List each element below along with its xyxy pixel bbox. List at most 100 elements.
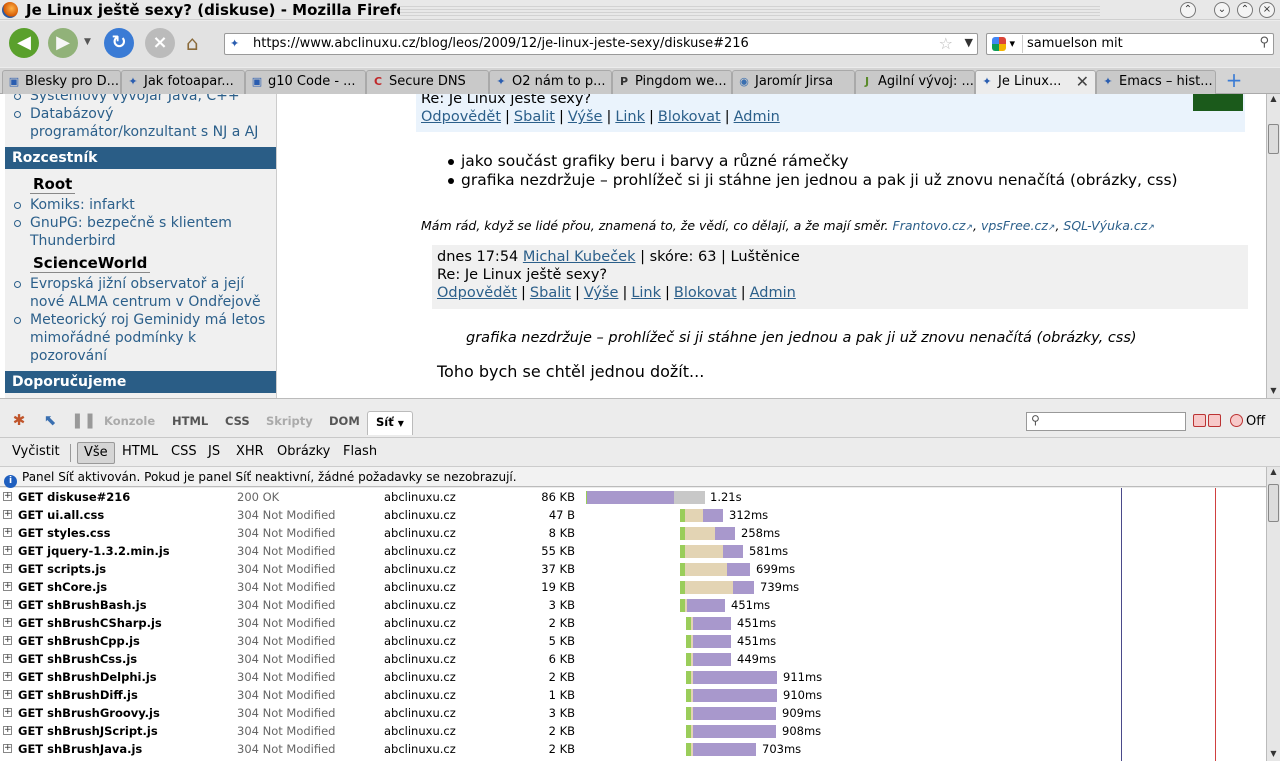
sidebar-link[interactable]: Databázový programátor/konzultant s NJ a… (5, 105, 276, 141)
request-name[interactable]: GET shBrushGroovy.js (18, 704, 160, 722)
page-scrollbar[interactable]: ▲ ▼ (1266, 94, 1280, 398)
action-link[interactable]: Odpovědět (437, 285, 517, 301)
request-name[interactable]: GET jquery-1.3.2.min.js (18, 542, 170, 560)
table-row[interactable]: + GET jquery-1.3.2.min.js 304 Not Modified… (0, 542, 1266, 560)
back-button[interactable]: ◀ (9, 28, 39, 58)
tab-html[interactable]: HTML (172, 414, 208, 428)
tab-10[interactable]: ✦ Emacs – hist... (1096, 70, 1216, 94)
expand-icon[interactable]: + (3, 636, 12, 645)
tab-9[interactable]: ✦ Je Linux... ✕ (975, 70, 1096, 95)
table-row[interactable]: + GET shBrushJava.js 304 Not Modified abcli… (0, 740, 1266, 758)
action-link[interactable]: Admin (750, 285, 796, 301)
request-name[interactable]: GET styles.css (18, 524, 110, 542)
close-tab-icon[interactable]: ✕ (1076, 71, 1089, 93)
expand-icon[interactable]: + (3, 726, 12, 735)
scroll-up-icon[interactable]: ▲ (1268, 467, 1279, 479)
expand-icon[interactable]: + (3, 600, 12, 609)
table-row[interactable]: + GET shBrushCSharp.js 304 Not Modified abc… (0, 614, 1266, 632)
tab-1[interactable]: ▣ Blesky pro D... (2, 70, 121, 94)
inspect-icon[interactable]: ⬉ (41, 411, 59, 429)
tab-2[interactable]: ✦ Jak fotoapar... (121, 70, 245, 94)
search-input[interactable]: samuelson mit (1027, 36, 1123, 51)
reload-button[interactable]: ↻ (104, 28, 134, 58)
scrollbar-thumb[interactable] (1268, 124, 1279, 154)
maximize-window-icon[interactable]: ⌃ (1237, 2, 1253, 18)
sidebar-link[interactable]: Evropská jižní observatoř a její nové AL… (5, 275, 276, 311)
scroll-down-icon[interactable]: ▼ (1268, 386, 1279, 398)
sidebar-link[interactable]: GnuPG: bezpečně s klientem Thunderbird (5, 214, 276, 250)
close-window-icon[interactable]: × (1259, 2, 1275, 18)
home-icon[interactable]: ⌂ (186, 31, 210, 55)
shade-window-icon[interactable]: ⌃ (1180, 2, 1196, 18)
request-name[interactable]: GET shBrushJava.js (18, 740, 142, 758)
table-row[interactable]: + GET shBrushCpp.js 304 Not Modified abclin… (0, 632, 1266, 650)
off-label[interactable]: Off (1246, 414, 1265, 429)
action-link[interactable]: Link (615, 109, 645, 125)
action-link[interactable]: Blokovat (674, 285, 737, 301)
net-scrollbar[interactable]: ▲ ▼ (1266, 467, 1280, 761)
filter-flash[interactable]: Flash (337, 442, 383, 464)
scroll-down-icon[interactable]: ▼ (1268, 749, 1279, 761)
search-icon[interactable]: ⚲ (1259, 35, 1269, 50)
action-link[interactable]: Sbalit (514, 109, 555, 125)
tab-5[interactable]: ✦ O2 nám to p... (489, 70, 612, 94)
expand-icon[interactable]: + (3, 672, 12, 681)
request-name[interactable]: GET shBrushDelphi.js (18, 668, 157, 686)
request-name[interactable]: GET diskuse#216 (18, 488, 130, 506)
filter-html[interactable]: HTML (116, 442, 164, 464)
request-name[interactable]: GET shBrushCpp.js (18, 632, 140, 650)
tab-8[interactable]: J Agilní vývoj: ... (855, 70, 975, 94)
tab-css[interactable]: CSS (225, 414, 250, 428)
sidebar-group-title[interactable]: Root (30, 175, 76, 194)
request-name[interactable]: GET shBrushCss.js (18, 650, 137, 668)
url-bar[interactable]: ✦ https://www.abclinuxu.cz/blog/leos/200… (224, 33, 978, 55)
tab-4[interactable]: C Secure DNS (366, 70, 489, 94)
scroll-up-icon[interactable]: ▲ (1268, 94, 1279, 106)
action-link[interactable]: Link (631, 285, 661, 301)
table-row[interactable]: + GET shBrushGroovy.js 304 Not Modified abc… (0, 704, 1266, 722)
tab-dom[interactable]: DOM (329, 414, 360, 428)
tab-skripty[interactable]: Skripty (266, 414, 313, 428)
stop-button[interactable]: × (145, 28, 175, 58)
table-row[interactable]: + GET shBrushJScript.js 304 Not Modified ab… (0, 722, 1266, 740)
sidebar-link[interactable]: Systémový vývojář Java, C++ (5, 94, 276, 105)
table-row[interactable]: + GET styles.css 304 Not Modified abclinuxu… (0, 524, 1266, 542)
tab-7[interactable]: ◉ Jaromír Jirsa (732, 70, 855, 94)
signature-link[interactable]: SQL-Výuka.cz (1063, 218, 1147, 233)
request-name[interactable]: GET shCore.js (18, 578, 107, 596)
filter-css[interactable]: CSS (165, 442, 203, 464)
expand-icon[interactable]: + (3, 618, 12, 627)
tab-3[interactable]: ▣ g10 Code - ... (245, 70, 366, 94)
request-name[interactable]: GET shBrushBash.js (18, 596, 147, 614)
new-tab-button[interactable]: + (1224, 70, 1244, 92)
table-row[interactable]: + GET scripts.js 304 Not Modified abclinuxu… (0, 560, 1266, 578)
table-row[interactable]: + GET shBrushDelphi.js 304 Not Modified abc… (0, 668, 1266, 686)
tab-6[interactable]: P Pingdom we... (612, 70, 732, 94)
request-name[interactable]: GET shBrushJScript.js (18, 722, 158, 740)
history-dropdown-icon[interactable]: ▼ (84, 37, 91, 47)
bookmark-star-icon[interactable]: ☆ (939, 34, 953, 53)
table-row[interactable]: + GET shBrushBash.js 304 Not Modified abcli… (0, 596, 1266, 614)
table-row[interactable]: + GET diskuse#216 200 OK abclinuxu.cz 86 KB 1… (0, 488, 1266, 506)
sidebar-group-title[interactable]: ScienceWorld (30, 254, 151, 273)
firebug-search-input[interactable]: ⚲ (1026, 412, 1186, 431)
filter-xhr[interactable]: XHR (230, 442, 270, 464)
table-row[interactable]: + GET shCore.js 304 Not Modified abclinuxu.… (0, 578, 1266, 596)
action-link[interactable]: Odpovědět (421, 109, 501, 125)
request-name[interactable]: GET shBrushDiff.js (18, 686, 138, 704)
expand-icon[interactable]: + (3, 744, 12, 753)
comment-author-link[interactable]: Michal Kubeček (523, 249, 636, 265)
tab-sit[interactable]: Síť ▼ (367, 411, 413, 435)
forward-button[interactable]: ▶ (48, 28, 78, 58)
request-name[interactable]: GET shBrushCSharp.js (18, 614, 162, 632)
table-row[interactable]: + GET ui.all.css 304 Not Modified abclinuxu… (0, 506, 1266, 524)
expand-icon[interactable]: + (3, 546, 12, 555)
expand-icon[interactable]: + (3, 582, 12, 591)
action-link[interactable]: Výše (568, 109, 603, 125)
filter-images[interactable]: Obrázky (271, 442, 336, 464)
search-engine-selector[interactable]: ▾ (989, 35, 1023, 53)
expand-icon[interactable]: + (3, 528, 12, 537)
expand-icon[interactable]: + (3, 492, 12, 501)
sidebar-link[interactable]: Meteorický roj Geminidy má letos mimořád… (5, 311, 276, 365)
expand-icon[interactable]: + (3, 510, 12, 519)
